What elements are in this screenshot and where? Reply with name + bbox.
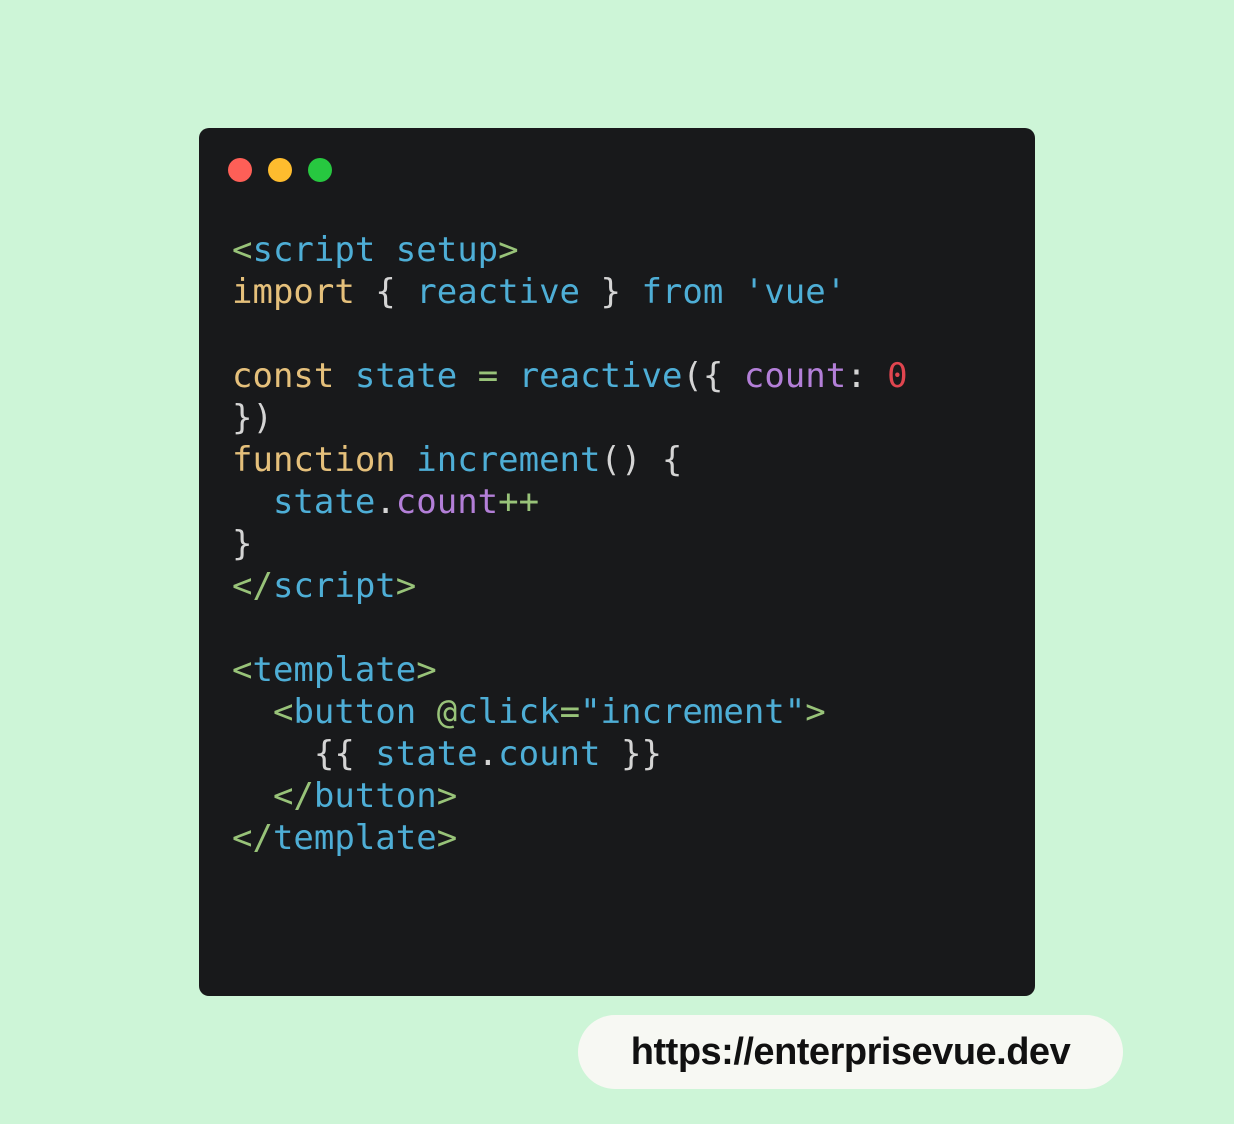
url-text: https://enterprisevue.dev [630,1030,1071,1073]
code-line: {{ state.count }} [232,733,908,775]
code-token: count [498,734,601,774]
code-token: import [232,272,355,312]
code-token: reactive [518,356,683,396]
code-token: () { [600,440,683,480]
code-token: increment [416,440,601,480]
code-token: </ [232,566,273,606]
code-line: } [232,523,908,565]
code-line: <template> [232,649,908,691]
code-token: </ [272,776,314,816]
code-token: = [477,356,499,396]
code-token: @ [436,692,458,732]
code-line: state.count++ [232,481,908,523]
code-token: = [559,692,581,732]
code-token: script [252,230,376,270]
url-badge: https://enterprisevue.dev [578,1015,1123,1089]
code-token: click [457,692,560,732]
code-line: </script> [232,565,908,607]
code-token: . [477,734,499,774]
code-line: }) [232,397,908,439]
code-token: < [232,650,253,690]
code-line: <script setup> [232,229,908,271]
code-token: state [272,482,376,522]
code-token: function [232,440,396,480]
code-token: count [395,482,499,522]
code-token: template [252,650,417,690]
code-line: </button> [232,775,908,817]
minimize-dot-icon[interactable] [268,158,292,182]
code-token: }) [232,398,273,438]
code-token: < [272,692,294,732]
code-token: > [805,692,826,732]
code-token: { [354,272,417,312]
code-token: count [743,356,847,396]
code-line: import { reactive } from 'vue' [232,271,908,313]
code-token: ++ [498,482,540,522]
code-token: state [354,356,458,396]
code-token: 'vue' [743,272,847,312]
window-controls [228,158,332,182]
code-line: const state = reactive({ count: 0 [232,355,908,397]
code-line: <button @click="increment"> [232,691,908,733]
code-token: : [846,356,888,396]
code-line: function increment() { [232,439,908,481]
code-token: > [395,566,417,606]
code-token: state [375,734,478,774]
code-block: <script setup> import { reactive } from '… [232,229,908,859]
code-token: {{ [232,734,376,774]
code-token: > [416,650,437,690]
code-token: . [375,482,396,522]
code-token: 0 [887,356,908,396]
code-token: setup [395,230,499,270]
code-line: </template> [232,817,908,859]
code-token: const [232,356,335,396]
code-token: } [232,524,253,564]
code-window: <script setup> import { reactive } from '… [199,128,1035,996]
code-token: "increment" [580,692,806,732]
code-token: < [232,230,253,270]
code-token: }} [600,734,662,774]
code-token: ({ [682,356,744,396]
code-token: > [498,230,519,270]
code-token: } [580,272,642,312]
code-token: reactive [416,272,581,312]
code-token: script [272,566,396,606]
code-token: template [272,818,437,858]
code-token: button [313,776,437,816]
maximize-dot-icon[interactable] [308,158,332,182]
code-token: > [436,776,458,816]
code-token: </ [232,818,273,858]
close-dot-icon[interactable] [228,158,252,182]
code-token: > [436,818,458,858]
code-token: button [293,692,417,732]
code-token: from [641,272,724,312]
